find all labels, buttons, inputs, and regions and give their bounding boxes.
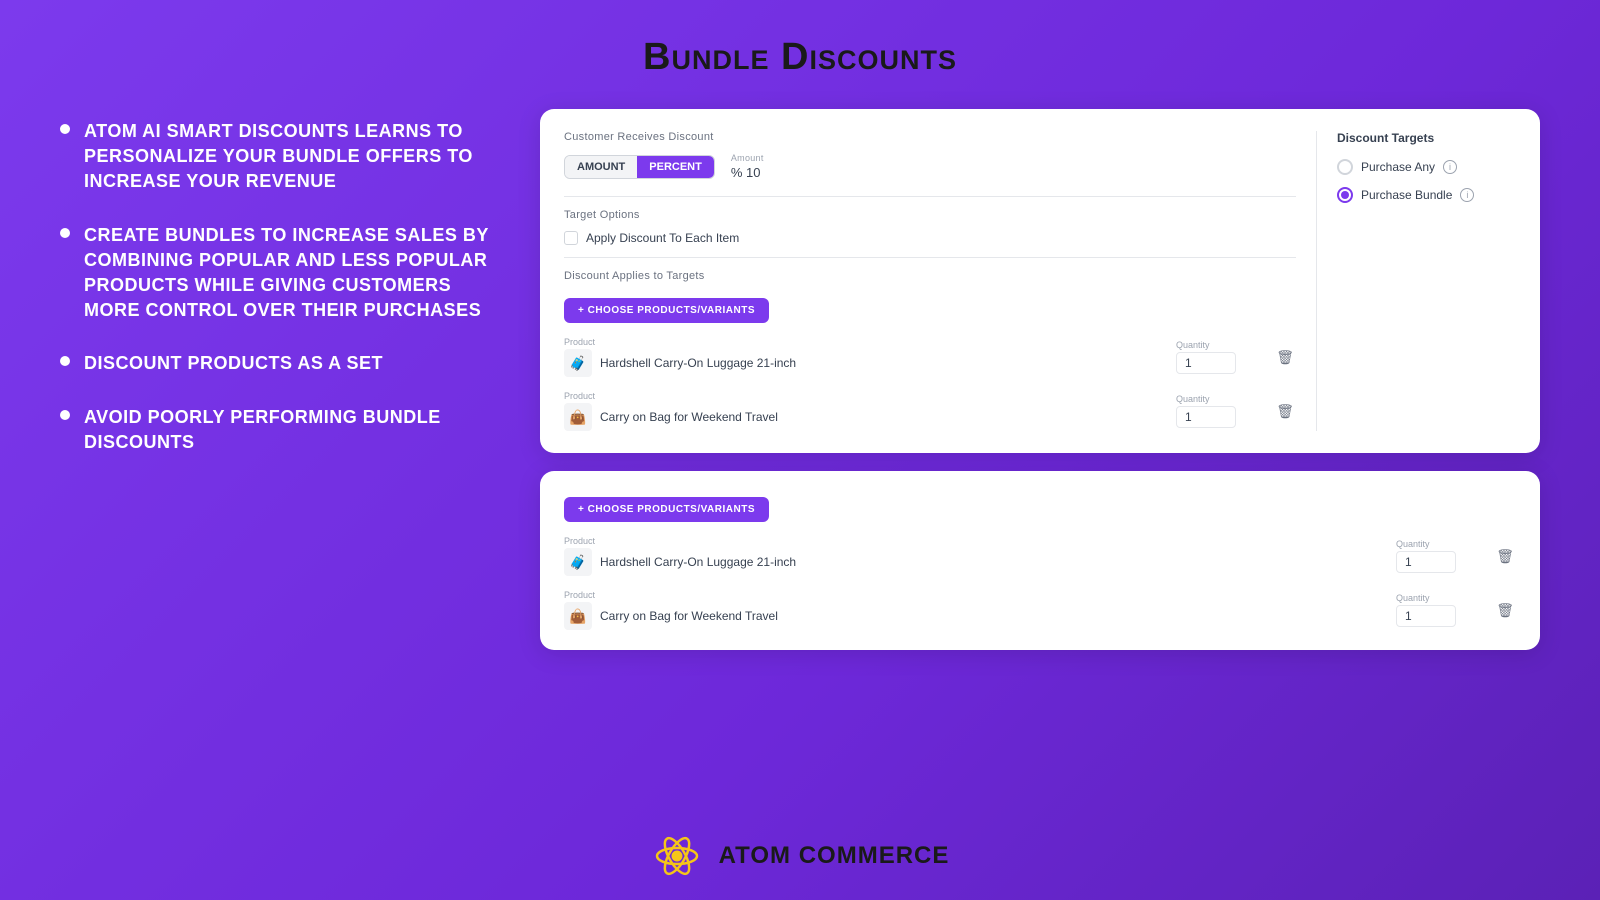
- apply-checkbox-label: Apply Discount To Each Item: [586, 231, 739, 245]
- product-label-2: Product: [564, 391, 1162, 401]
- main-content: ATOM AI SMART DISCOUNTS LEARNS TO PERSON…: [0, 99, 1600, 818]
- card2-product-row-1: Product 🧳 Hardshell Carry-On Luggage 21-…: [564, 536, 1516, 576]
- card2-quantity-field-2: Quantity: [1396, 593, 1486, 627]
- product-name-2: Carry on Bag for Weekend Travel: [600, 410, 778, 424]
- product-row-1: Product 🧳 Hardshell Carry-On Luggage 21-…: [564, 337, 1296, 377]
- bullet-text: DISCOUNT PRODUCTS AS A SET: [84, 351, 383, 376]
- card2-qty-label-1: Quantity: [1396, 539, 1486, 549]
- card2-product-row-2: Product 👜 Carry on Bag for Weekend Trave…: [564, 590, 1516, 630]
- discount-applies-label: Discount Applies to Targets: [564, 270, 1296, 282]
- card2-product-content-2: 👜 Carry on Bag for Weekend Travel: [564, 602, 1382, 630]
- radio-circle-bundle: [1337, 187, 1353, 203]
- card2-delete-product-1-button[interactable]: 🗑: [1494, 546, 1516, 567]
- bullet-dot: [60, 410, 70, 420]
- page-header: Bundle Discounts: [0, 0, 1600, 99]
- card2-product-name-1: Hardshell Carry-On Luggage 21-inch: [600, 555, 796, 569]
- card2-product-name-2: Carry on Bag for Weekend Travel: [600, 609, 778, 623]
- radio-circle-any: [1337, 159, 1353, 175]
- card2-bag-icon: 👜: [564, 602, 592, 630]
- amount-value: % 10: [731, 165, 764, 180]
- checkbox-row: Apply Discount To Each Item: [564, 231, 1296, 245]
- bullet-dot: [60, 228, 70, 238]
- product-section-1: Product 🧳 Hardshell Carry-On Luggage 21-…: [564, 337, 1162, 377]
- qty-label-2: Quantity: [1176, 394, 1266, 404]
- bullet-text: ATOM AI SMART DISCOUNTS LEARNS TO PERSON…: [84, 119, 500, 195]
- list-item: ATOM AI SMART DISCOUNTS LEARNS TO PERSON…: [60, 119, 500, 195]
- divider: [564, 196, 1296, 197]
- apply-checkbox[interactable]: [564, 231, 578, 245]
- card2-quantity-section-2: Quantity 🗑: [1396, 593, 1516, 627]
- radio-purchase-any[interactable]: Purchase Any i: [1337, 159, 1516, 175]
- product-content-1: 🧳 Hardshell Carry-On Luggage 21-inch: [564, 349, 1162, 377]
- bullet-text: CREATE BUNDLES TO INCREASE SALES BY COMB…: [84, 223, 500, 324]
- quantity-section-2: Quantity 🗑: [1176, 394, 1296, 428]
- choose-products-button-2[interactable]: + CHOOSE PRODUCTS/VARIANTS: [564, 497, 769, 522]
- delete-product-1-button[interactable]: 🗑: [1274, 347, 1296, 368]
- target-options-label: Target Options: [564, 209, 1296, 221]
- list-item: CREATE BUNDLES TO INCREASE SALES BY COMB…: [60, 223, 500, 324]
- atom-logo-icon: [651, 830, 703, 882]
- target-options-section: Target Options Apply Discount To Each It…: [564, 209, 1296, 245]
- discount-targets-title: Discount Targets: [1337, 131, 1516, 145]
- product-content-2: 👜 Carry on Bag for Weekend Travel: [564, 403, 1162, 431]
- product-label-1: Product: [564, 337, 1162, 347]
- card2-qty-input-1[interactable]: [1396, 551, 1456, 573]
- bullet-dot: [60, 124, 70, 134]
- qty-input-2[interactable]: [1176, 406, 1236, 428]
- divider: [564, 257, 1296, 258]
- list-item: DISCOUNT PRODUCTS AS A SET: [60, 351, 500, 376]
- footer: ATOM COMMERCE: [651, 818, 950, 900]
- page-title: Bundle Discounts: [0, 36, 1600, 79]
- customer-receives-label: Customer Receives Discount: [564, 131, 1296, 143]
- qty-label-1: Quantity: [1176, 340, 1266, 350]
- luggage-icon: 🧳: [564, 349, 592, 377]
- info-icon-bundle[interactable]: i: [1460, 188, 1474, 202]
- card2-product-label-1: Product: [564, 536, 1382, 546]
- amount-button[interactable]: AMOUNT: [565, 156, 637, 178]
- delete-product-2-button[interactable]: 🗑: [1274, 401, 1296, 422]
- bullet-list: ATOM AI SMART DISCOUNTS LEARNS TO PERSON…: [60, 119, 500, 455]
- brand-name: ATOM COMMERCE: [719, 842, 950, 870]
- bag-icon: 👜: [564, 403, 592, 431]
- bullet-dot: [60, 356, 70, 366]
- quantity-field-1: Quantity: [1176, 340, 1266, 374]
- radio-inner-bundle: [1341, 191, 1349, 199]
- card2-delete-product-2-button[interactable]: 🗑: [1494, 600, 1516, 621]
- card2-product-content-1: 🧳 Hardshell Carry-On Luggage 21-inch: [564, 548, 1382, 576]
- choose-products-button[interactable]: + CHOOSE PRODUCTS/VARIANTS: [564, 298, 769, 323]
- card-left-section: Customer Receives Discount AMOUNT PERCEN…: [564, 131, 1296, 431]
- card2-quantity-section-1: Quantity 🗑: [1396, 539, 1516, 573]
- radio-purchase-bundle[interactable]: Purchase Bundle i: [1337, 187, 1516, 203]
- discount-targets-section: Discount Targets Purchase Any i Purchase…: [1316, 131, 1516, 431]
- card2-product-label-2: Product: [564, 590, 1382, 600]
- radio-bundle-label: Purchase Bundle: [1361, 188, 1452, 202]
- radio-any-label: Purchase Any: [1361, 160, 1435, 174]
- toggle-button-group: AMOUNT PERCENT: [564, 155, 715, 179]
- qty-input-1[interactable]: [1176, 352, 1236, 374]
- card2-product-section-1: Product 🧳 Hardshell Carry-On Luggage 21-…: [564, 536, 1382, 576]
- product-name-1: Hardshell Carry-On Luggage 21-inch: [600, 356, 796, 370]
- left-panel: ATOM AI SMART DISCOUNTS LEARNS TO PERSON…: [60, 99, 500, 455]
- amount-field: Amount % 10: [731, 153, 764, 180]
- product-row-2: Product 👜 Carry on Bag for Weekend Trave…: [564, 391, 1296, 431]
- card2-qty-label-2: Quantity: [1396, 593, 1486, 603]
- card2-quantity-field-1: Quantity: [1396, 539, 1486, 573]
- card2-qty-input-2[interactable]: [1396, 605, 1456, 627]
- info-icon-any[interactable]: i: [1443, 160, 1457, 174]
- bullet-text: AVOID POORLY PERFORMING BUNDLE DISCOUNTS: [84, 405, 500, 455]
- card2-product-section-2: Product 👜 Carry on Bag for Weekend Trave…: [564, 590, 1382, 630]
- percent-button[interactable]: PERCENT: [637, 156, 714, 178]
- card2-luggage-icon: 🧳: [564, 548, 592, 576]
- quantity-section-1: Quantity 🗑: [1176, 340, 1296, 374]
- right-panel: Customer Receives Discount AMOUNT PERCEN…: [540, 99, 1540, 650]
- product-section-2: Product 👜 Carry on Bag for Weekend Trave…: [564, 391, 1162, 431]
- amount-row: AMOUNT PERCENT Amount % 10: [564, 153, 1296, 180]
- card-1: Customer Receives Discount AMOUNT PERCEN…: [540, 109, 1540, 453]
- card-top-layout: Customer Receives Discount AMOUNT PERCEN…: [564, 131, 1516, 431]
- quantity-field-2: Quantity: [1176, 394, 1266, 428]
- amount-field-label: Amount: [731, 153, 764, 163]
- list-item: AVOID POORLY PERFORMING BUNDLE DISCOUNTS: [60, 405, 500, 455]
- card-2: + CHOOSE PRODUCTS/VARIANTS Product 🧳 Har…: [540, 471, 1540, 650]
